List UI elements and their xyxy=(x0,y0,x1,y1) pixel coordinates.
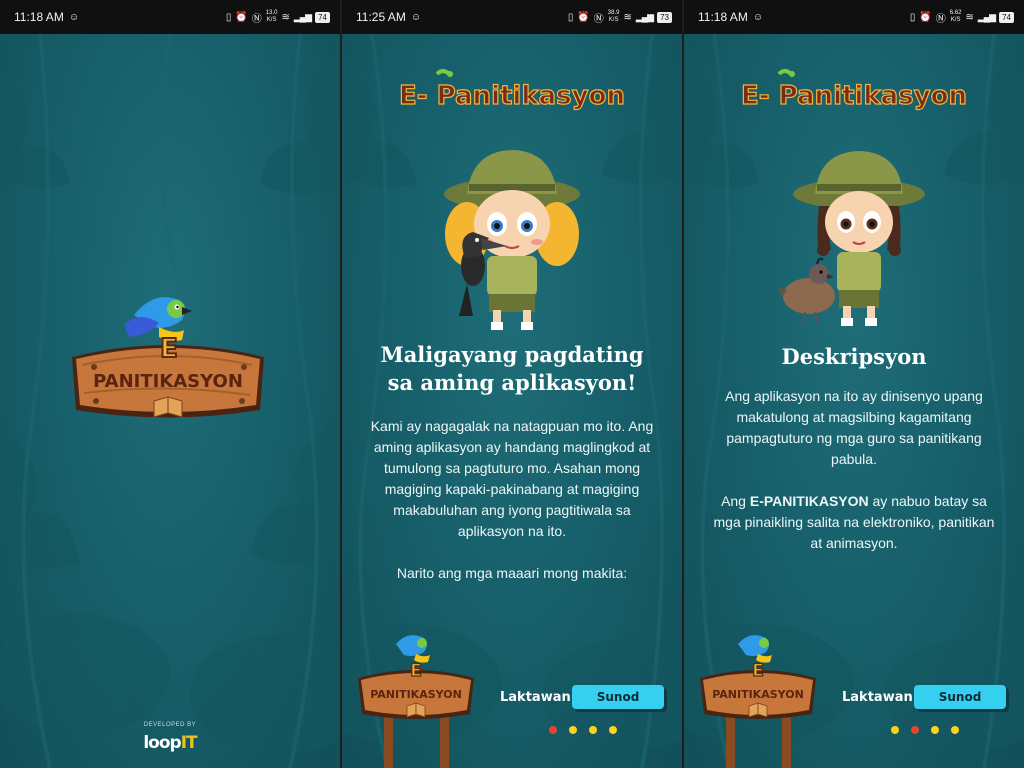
app-title: E- Panitikasyon xyxy=(342,66,682,116)
sign-word: PANITIKASYON xyxy=(370,688,462,701)
description-body: Ang aplikasyon na ito ay dinisenyo upang… xyxy=(708,386,1000,575)
page-dot xyxy=(951,726,959,734)
welcome-screen: 11:25 AM ☺ ▯ ⏰ Ⓝ 38.9 K/S ≋ ▂▄▆ 73 E- Pa… xyxy=(342,0,682,768)
wifi-icon: ≋ xyxy=(623,11,632,23)
signal-icon: ▂▄▆ xyxy=(635,11,654,22)
network-speed: 6.62 K/S xyxy=(949,10,962,23)
status-time: 11:18 AM xyxy=(14,10,64,24)
sign-letter: E xyxy=(410,661,422,681)
app-title-text: E- Panitikasyon xyxy=(399,81,625,111)
alarm-icon: ⏰ xyxy=(577,11,590,23)
battery-indicator: 73 xyxy=(657,11,672,23)
sign-letter: E xyxy=(752,661,764,681)
alarm-icon: ⏰ xyxy=(235,11,248,23)
nfc-icon: Ⓝ xyxy=(251,13,262,25)
vibrate-icon: ▯ xyxy=(909,11,916,23)
nfc-icon: Ⓝ xyxy=(593,13,604,25)
description-screen: 11:18 AM ☺ ▯ ⏰ Ⓝ 6.62 K/S ≋ ▂▄▆ 74 E- Pa… xyxy=(684,0,1024,768)
welcome-heading: Maligayang pagdating sa aming aplikasyon… xyxy=(380,342,644,395)
vibrate-icon: ▯ xyxy=(567,11,574,23)
page-dot xyxy=(609,726,617,734)
welcome-list-intro: Narito ang mga maaari mong makita: xyxy=(396,565,628,581)
description-heading: Deskripsyon xyxy=(781,344,927,369)
splash-screen: 11:18 AM ☺ ▯ ⏰ Ⓝ 13.0 K/S ≋ ▂▄▆ 74 E PAN… xyxy=(0,0,340,768)
wifi-icon: ≋ xyxy=(281,11,290,23)
sign-word: PANITIKASYON xyxy=(712,688,804,701)
welcome-body: Kami ay nagagalak na natagpuan mo ito. A… xyxy=(366,416,658,605)
description-paragraph: Ang aplikasyon na ito ay dinisenyo upang… xyxy=(725,388,983,467)
sync-icon: ☺ xyxy=(752,11,764,23)
skip-button[interactable]: Laktawan xyxy=(842,690,913,705)
next-button[interactable]: Sunod xyxy=(572,685,664,709)
app-title: E- Panitikasyon xyxy=(684,66,1024,116)
explorer-girl-illustration xyxy=(342,146,682,331)
parrot-icon xyxy=(396,635,430,663)
status-bar: 11:18 AM ☺ ▯ ⏰ Ⓝ 6.62 K/S ≋ ▂▄▆ 74 xyxy=(684,0,1024,34)
battery-indicator: 74 xyxy=(999,11,1014,23)
app-logo: E PANITIKASYON xyxy=(72,297,264,418)
signpost-logo: E PANITIKASYON xyxy=(700,635,816,768)
network-speed: 38.9 K/S xyxy=(607,10,620,23)
page-dot xyxy=(931,726,939,734)
status-bar: 11:25 AM ☺ ▯ ⏰ Ⓝ 38.9 K/S ≋ ▂▄▆ 73 xyxy=(342,0,682,34)
status-icons: ▯ ⏰ Ⓝ 38.9 K/S ≋ ▂▄▆ 73 xyxy=(568,10,672,25)
page-indicator xyxy=(891,726,959,734)
sync-icon: ☺ xyxy=(68,11,80,23)
wifi-icon: ≋ xyxy=(965,11,974,23)
status-time: 11:18 AM xyxy=(698,10,748,24)
nfc-icon: Ⓝ xyxy=(935,13,946,25)
page-dot xyxy=(569,726,577,734)
status-time: 11:25 AM xyxy=(356,10,406,24)
app-title-text: E- Panitikasyon xyxy=(741,81,967,111)
battery-indicator: 74 xyxy=(315,11,330,23)
signpost-logo: E PANITIKASYON xyxy=(358,635,474,768)
status-icons: ▯ ⏰ Ⓝ 6.62 K/S ≋ ▂▄▆ 74 xyxy=(910,10,1014,25)
vibrate-icon: ▯ xyxy=(225,11,232,23)
sync-icon: ☺ xyxy=(410,11,422,23)
page-dot xyxy=(911,726,919,734)
network-speed: 13.0 K/S xyxy=(265,10,278,23)
logo-word: PANITIKASYON xyxy=(93,371,243,392)
next-button[interactable]: Sunod xyxy=(914,685,1006,709)
logo-letter: E xyxy=(160,334,178,364)
developed-by-label: DEVELOPED BY xyxy=(143,722,197,728)
status-icons: ▯ ⏰ Ⓝ 13.0 K/S ≋ ▂▄▆ 74 xyxy=(226,10,330,25)
page-dot xyxy=(589,726,597,734)
signal-icon: ▂▄▆ xyxy=(293,11,312,22)
explorer-girl-illustration xyxy=(684,146,1024,331)
app-title-logo: E- Panitikasyon xyxy=(740,69,968,112)
quail-icon xyxy=(779,257,835,325)
skip-button[interactable]: Laktawan xyxy=(500,690,571,705)
page-indicator xyxy=(549,726,617,734)
page-dot xyxy=(549,726,557,734)
parrot-icon xyxy=(738,635,772,663)
welcome-paragraph: Kami ay nagagalak na natagpuan mo ito. A… xyxy=(370,418,654,539)
parrot-icon xyxy=(124,297,192,341)
app-title-logo: E- Panitikasyon xyxy=(398,69,626,112)
alarm-icon: ⏰ xyxy=(919,11,932,23)
developer-logo: loopIT xyxy=(143,733,197,753)
description-acronym-paragraph: Ang E-PANITIKASYON ay nabuo batay sa mga… xyxy=(713,493,995,551)
status-bar: 11:18 AM ☺ ▯ ⏰ Ⓝ 13.0 K/S ≋ ▂▄▆ 74 xyxy=(0,0,340,34)
signal-icon: ▂▄▆ xyxy=(977,11,996,22)
page-dot xyxy=(891,726,899,734)
